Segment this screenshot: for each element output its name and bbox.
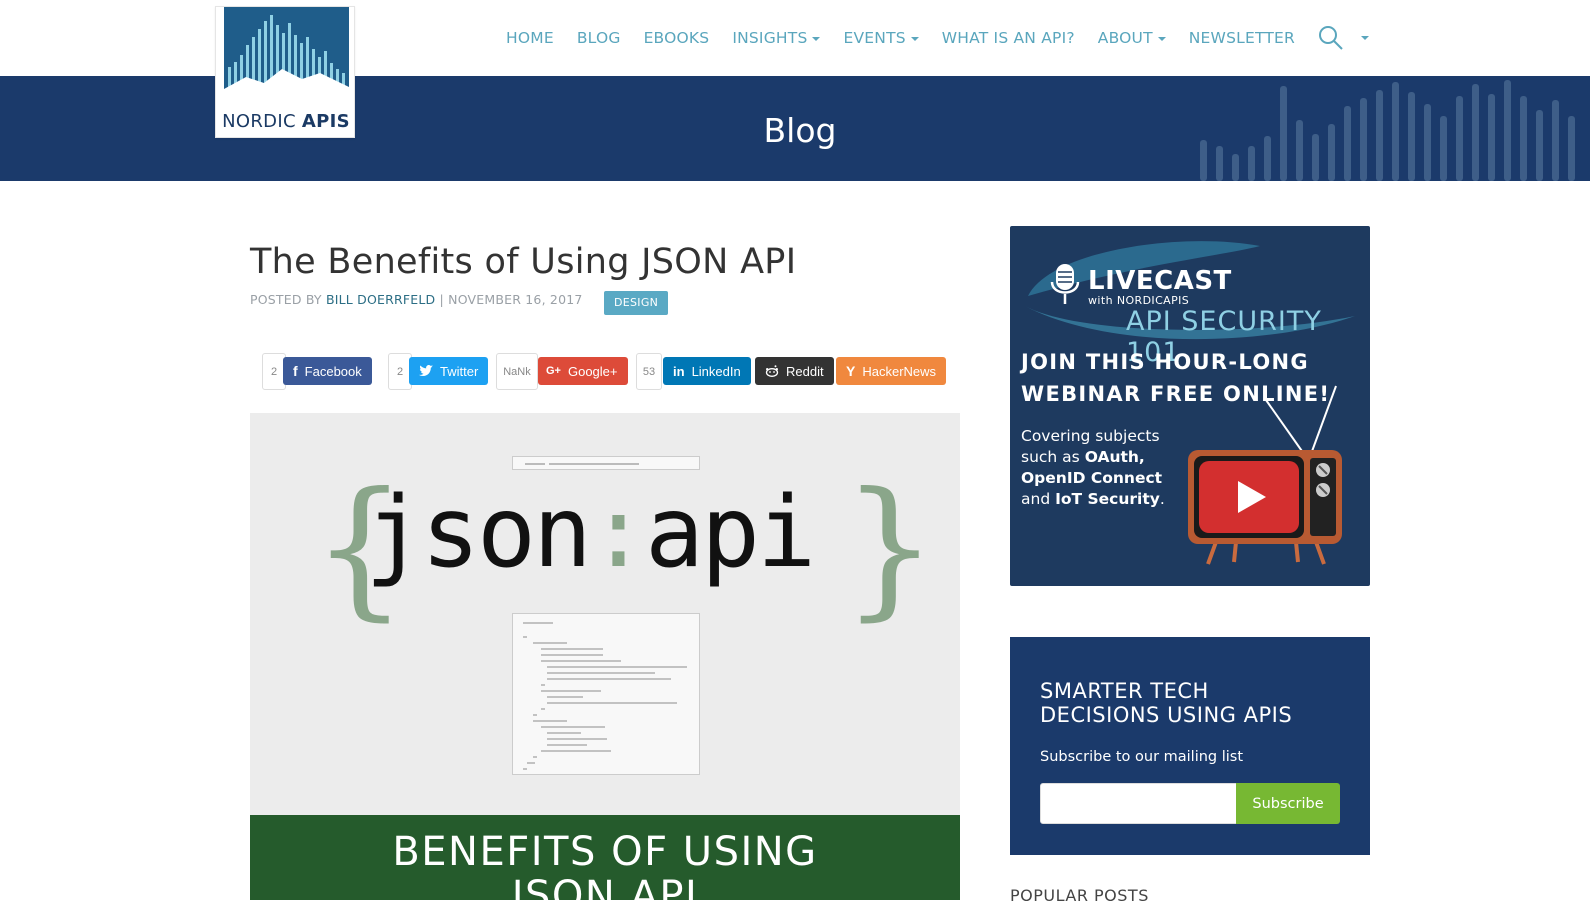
linkedin-icon: in bbox=[673, 363, 685, 379]
post-meta: POSTED BY BILL DOERRFELD | NOVEMBER 16, … bbox=[250, 292, 583, 307]
googleplus-icon: G+ bbox=[546, 365, 561, 377]
google-share-count: NaNk bbox=[496, 353, 538, 390]
wordmark-colon: : bbox=[589, 476, 648, 590]
top-navbar: NORDIC APIS HOME BLOG EBOOKS INSIGHTS EV… bbox=[0, 0, 1590, 138]
meta-separator: | bbox=[439, 292, 444, 307]
search-icon bbox=[1318, 26, 1343, 50]
twitter-label: Twitter bbox=[440, 363, 479, 379]
nav-events-label: EVENTS bbox=[843, 29, 906, 47]
nav-ebooks[interactable]: EBOOKS bbox=[644, 29, 710, 47]
posted-by-label: POSTED BY bbox=[250, 292, 322, 307]
reddit-label: Reddit bbox=[786, 363, 824, 379]
caption-line-2: JSON API bbox=[511, 873, 699, 900]
livecast-webinar-ad[interactable]: LIVECAST with NORDICAPIS API SECURITY 10… bbox=[1010, 226, 1370, 586]
caret-down-icon bbox=[812, 36, 821, 41]
featured-image-caption: BENEFITS OF USING JSON API bbox=[250, 815, 960, 900]
twitter-share-button[interactable]: Twitter bbox=[409, 357, 489, 385]
json-api-wordmark: json:api bbox=[365, 476, 816, 590]
facebook-share-button[interactable]: f Facebook bbox=[283, 357, 372, 385]
ad-description: Covering subjects such as OAuth, OpenID … bbox=[1021, 426, 1186, 510]
linkedin-share-button[interactable]: in LinkedIn bbox=[663, 357, 751, 385]
ad-headline-line-1: JOIN THIS HOUR-LONG bbox=[1021, 350, 1309, 374]
ad-topic-2: IoT Security bbox=[1055, 490, 1160, 508]
linkedin-label: LinkedIn bbox=[691, 363, 741, 379]
nav-newsletter[interactable]: NEWSLETTER bbox=[1189, 29, 1295, 47]
wordmark-json: json bbox=[365, 476, 592, 590]
search-toggle[interactable] bbox=[1318, 25, 1369, 51]
hackernews-label: HackerNews bbox=[862, 363, 937, 379]
reddit-share-button[interactable]: Reddit bbox=[755, 357, 834, 385]
googleplus-label: Google+ bbox=[567, 363, 618, 379]
twitter-icon bbox=[419, 365, 433, 376]
nav-what-is-an-api[interactable]: WHAT IS AN API? bbox=[942, 29, 1075, 47]
post-date: NOVEMBER 16, 2017 bbox=[448, 292, 583, 307]
newsletter-signup-widget: SMARTER TECH DECISIONS USING APIS Subscri… bbox=[1010, 637, 1370, 855]
featured-image-artwork: { json:api } bbox=[250, 413, 960, 815]
nav-blog[interactable]: BLOG bbox=[577, 29, 621, 47]
share-bar: 2 f Facebook 2 Twitter NaNk G+ Google+ 5… bbox=[262, 353, 952, 390]
signup-heading-line-2: DECISIONS USING APIS bbox=[1040, 703, 1293, 727]
nav-insights-label: INSIGHTS bbox=[732, 29, 808, 47]
nordic-apis-logo[interactable]: NORDIC APIS bbox=[215, 6, 355, 138]
popular-posts-heading: POPULAR POSTS bbox=[1010, 886, 1149, 905]
logo-wordmark: NORDIC APIS bbox=[222, 111, 350, 132]
facebook-icon: f bbox=[293, 363, 298, 379]
signup-heading: SMARTER TECH DECISIONS USING APIS bbox=[1040, 679, 1292, 727]
microphone-icon bbox=[1050, 264, 1080, 304]
signup-heading-line-1: SMARTER TECH bbox=[1040, 679, 1209, 703]
category-tag[interactable]: DESIGN bbox=[604, 291, 669, 315]
caption-line-1: BENEFITS OF USING bbox=[392, 829, 818, 875]
nav-events[interactable]: EVENTS bbox=[843, 29, 919, 47]
nav-home[interactable]: HOME bbox=[506, 29, 554, 47]
livecast-logo-text: LIVECAST bbox=[1088, 266, 1232, 296]
googleplus-share-button[interactable]: G+ Google+ bbox=[538, 357, 628, 385]
signup-subtitle: Subscribe to our mailing list bbox=[1040, 749, 1244, 765]
retro-tv-play-icon bbox=[1188, 385, 1342, 565]
featured-image: { json:api } BENEFITS OF USING JSON API bbox=[250, 413, 960, 900]
mountain-logo-icon bbox=[224, 7, 349, 103]
linkedin-share-count: 53 bbox=[636, 353, 662, 390]
email-input[interactable] bbox=[1040, 783, 1237, 824]
author-link[interactable]: BILL DOERRFELD bbox=[326, 292, 435, 307]
caret-down-icon bbox=[1157, 36, 1166, 41]
post-title: The Benefits of Using JSON API bbox=[250, 242, 797, 282]
hackernews-share-button[interactable]: Y HackerNews bbox=[836, 357, 947, 385]
nav-insights[interactable]: INSIGHTS bbox=[732, 29, 821, 47]
hackernews-icon: Y bbox=[846, 363, 856, 379]
subscribe-button[interactable]: Subscribe bbox=[1236, 783, 1340, 824]
ad-description-end: . bbox=[1159, 490, 1165, 508]
wordmark-api: api bbox=[645, 476, 816, 590]
main-nav: HOME BLOG EBOOKS INSIGHTS EVENTS WHAT IS… bbox=[506, 25, 1369, 51]
facebook-label: Facebook bbox=[304, 363, 362, 379]
reddit-icon bbox=[765, 365, 779, 377]
document-thumbnail-small bbox=[512, 456, 700, 470]
caret-down-icon bbox=[1360, 36, 1369, 40]
caret-down-icon bbox=[910, 36, 919, 41]
nav-about-label: ABOUT bbox=[1097, 29, 1153, 47]
nav-about[interactable]: ABOUT bbox=[1098, 29, 1166, 47]
document-thumbnail-code bbox=[512, 613, 700, 775]
close-brace: } bbox=[842, 461, 938, 635]
ad-description-and: and bbox=[1021, 490, 1051, 508]
